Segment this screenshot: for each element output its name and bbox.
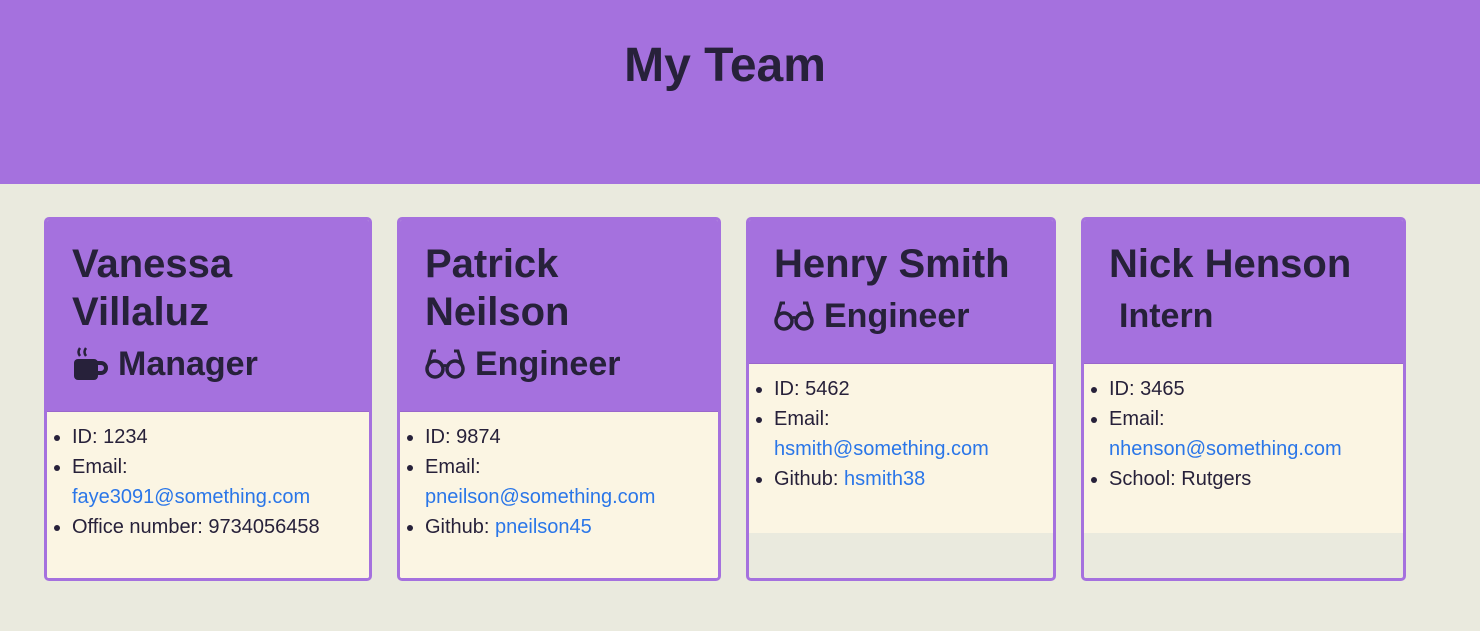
member-role: Engineer	[425, 340, 693, 388]
email-link[interactable]: faye3091@something.com	[72, 486, 310, 508]
role-label: Manager	[118, 345, 258, 383]
details-list: ID: 3465 Email: nhenson@something.com Sc…	[1084, 374, 1391, 494]
team-member-card: Henry Smith Engineer ID: 5462 Email: hsm…	[746, 217, 1056, 581]
member-role: Engineer	[774, 292, 1028, 340]
glasses-icon	[774, 292, 814, 340]
list-item-office: Office number: 9734056458	[72, 512, 357, 542]
card-details: ID: 9874 Email: pneilson@something.com G…	[400, 411, 718, 578]
role-label: Engineer	[475, 345, 621, 383]
role-label: Engineer	[824, 297, 970, 335]
list-item-email: Email: pneilson@something.com	[425, 452, 706, 512]
list-item-github: Github: hsmith38	[774, 464, 1041, 494]
list-item-id: ID: 5462	[774, 374, 1041, 404]
page-header: My Team	[0, 0, 1480, 184]
list-item-id: ID: 1234	[72, 422, 357, 452]
list-item-id: ID: 9874	[425, 422, 706, 452]
team-member-card: Patrick Neilson Engineer ID: 9874 Email:…	[397, 217, 721, 581]
list-item-email: Email: faye3091@something.com	[72, 452, 357, 512]
card-details: ID: 5462 Email: hsmith@something.com Git…	[749, 363, 1053, 533]
role-label: Intern	[1119, 297, 1214, 335]
github-link[interactable]: hsmith38	[844, 468, 925, 490]
card-details: ID: 1234 Email: faye3091@something.com O…	[47, 411, 369, 578]
glasses-icon	[425, 340, 465, 388]
email-link[interactable]: nhenson@something.com	[1109, 438, 1342, 460]
details-list: ID: 5462 Email: hsmith@something.com Git…	[749, 374, 1041, 494]
member-role: Manager	[72, 340, 344, 388]
list-item-school: School: Rutgers	[1109, 464, 1391, 494]
member-name: Henry Smith	[774, 242, 1010, 286]
member-name: Nick Henson	[1109, 242, 1352, 286]
team-member-card: Nick Henson Intern ID: 3465 Email: nhens…	[1081, 217, 1406, 581]
details-list: ID: 1234 Email: faye3091@something.com O…	[47, 422, 357, 542]
card-header: Vanessa Villaluz Manager	[47, 220, 369, 411]
list-item-email: Email: nhenson@something.com	[1109, 404, 1391, 464]
coffee-mug-icon	[72, 340, 108, 388]
member-role: Intern	[1109, 292, 1378, 340]
page-title: My Team	[624, 39, 826, 92]
card-header: Henry Smith Engineer	[749, 220, 1053, 363]
list-item-email: Email: hsmith@something.com	[774, 404, 1041, 464]
card-details: ID: 3465 Email: nhenson@something.com Sc…	[1084, 363, 1403, 533]
list-item-id: ID: 3465	[1109, 374, 1391, 404]
team-member-card: Vanessa Villaluz Manager ID: 1234 Email:…	[44, 217, 372, 581]
github-link[interactable]: pneilson45	[495, 516, 592, 538]
email-link[interactable]: hsmith@something.com	[774, 438, 989, 460]
card-header: Patrick Neilson Engineer	[400, 220, 718, 411]
member-name: Vanessa Villaluz	[72, 242, 233, 334]
card-header: Nick Henson Intern	[1084, 220, 1403, 363]
email-link[interactable]: pneilson@something.com	[425, 486, 655, 508]
details-list: ID: 9874 Email: pneilson@something.com G…	[400, 422, 706, 542]
member-name: Patrick Neilson	[425, 242, 570, 334]
list-item-github: Github: pneilson45	[425, 512, 706, 542]
